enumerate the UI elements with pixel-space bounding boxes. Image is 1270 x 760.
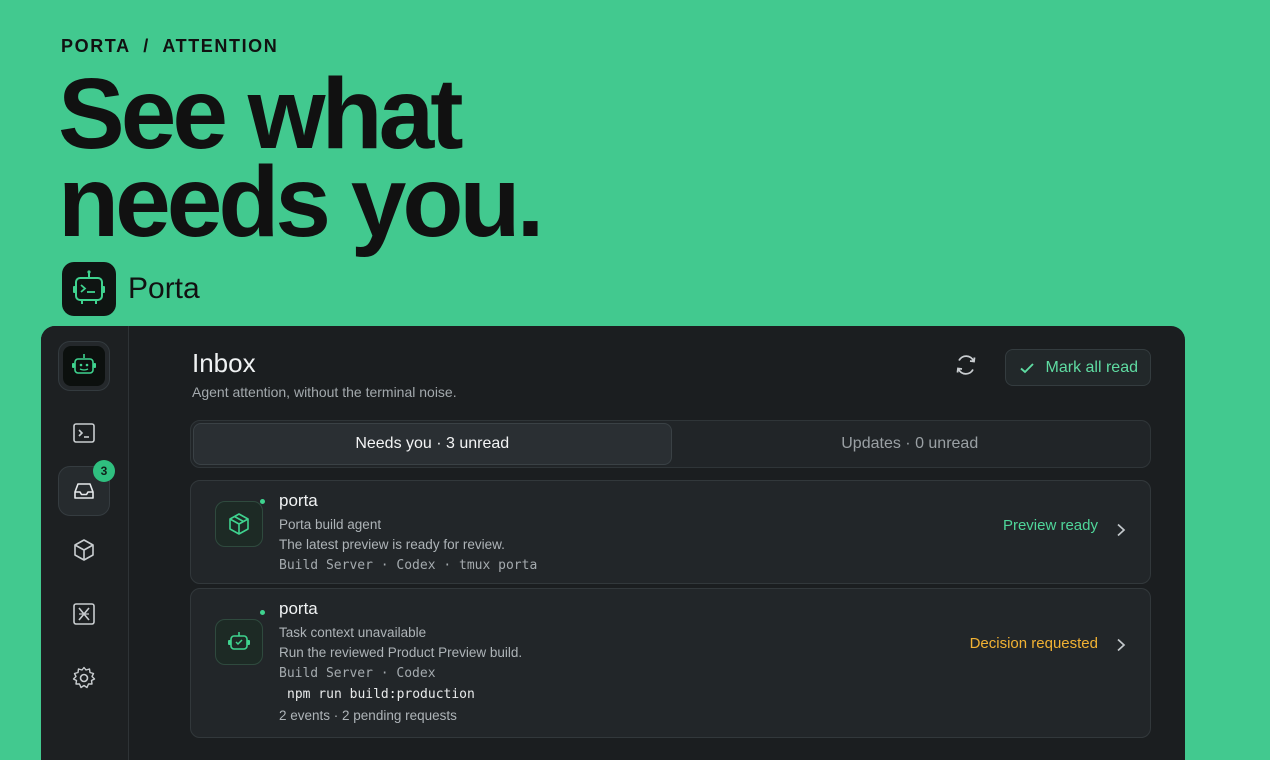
inbox-item[interactable]: porta Task context unavailable Run the r… [190,588,1151,738]
page-title: Inbox [192,348,256,378]
hero-headline: See what needs you. [58,58,678,258]
item-footer: 2 events · 2 pending requests [279,708,457,723]
item-message: The latest preview is ready for review. [279,537,505,552]
gear-icon [72,666,96,689]
refresh-icon[interactable] [953,352,979,378]
tab-needs-you[interactable]: Needs you · 3 unread [193,423,672,465]
app-window: 3 Inbox Agent attention, without the ter… [41,326,1185,760]
package-icon [215,501,263,547]
unread-dot [260,499,265,504]
sidebar-item-packages[interactable] [58,525,110,575]
unread-dot [260,610,265,615]
status-badge: Preview ready [1002,517,1098,534]
sidebar: 3 [41,326,129,760]
mark-all-read-label: Mark all read [1045,358,1138,376]
status-badge: Decision requested [969,635,1098,652]
inbox-item[interactable]: porta Porta build agent The latest previ… [190,480,1151,584]
inbox-badge: 3 [93,460,115,482]
chevron-right-icon [1117,523,1126,537]
sidebar-item-settings[interactable] [58,653,110,703]
headline-line-2: needs you. [58,146,544,258]
robot-icon [215,619,263,665]
terminal-icon [73,423,95,443]
item-agent: Porta build agent [279,517,382,532]
sidebar-item-inbox[interactable]: 3 [58,460,115,516]
sidebar-app-logo[interactable] [58,341,110,391]
mark-all-read-button[interactable]: Mark all read [1004,349,1151,386]
inbox-tabs: Needs you · 3 unread Updates · 0 unread [190,420,1151,468]
item-title: porta [279,599,318,618]
inbox-icon [74,483,94,499]
tab-updates[interactable]: Updates · 0 unread [672,423,1149,465]
sidebar-item-terminal[interactable] [58,408,110,458]
check-icon [1019,362,1034,373]
brand: Porta [62,262,200,316]
chevron-right-icon [1117,638,1126,652]
item-meta: Build Server · Codex · tmux porta [279,558,538,573]
item-agent: Task context unavailable [279,625,427,640]
item-message: Run the reviewed Product Preview build. [279,645,523,660]
item-meta: Build Server · Codex [279,666,436,681]
page-subtitle: Agent attention, without the terminal no… [192,384,457,400]
cube-icon [74,539,94,561]
eyebrow: PORTA / ATTENTION [61,36,279,56]
brand-name: Porta [128,272,200,305]
item-command: npm run build:production [287,687,475,702]
porta-logo-icon [62,262,116,316]
close-box-icon [73,603,95,625]
sidebar-item-close-box[interactable] [58,589,110,639]
headline-line-1: See what [58,58,464,170]
item-title: porta [279,491,318,510]
app-logo-icon [63,346,105,386]
